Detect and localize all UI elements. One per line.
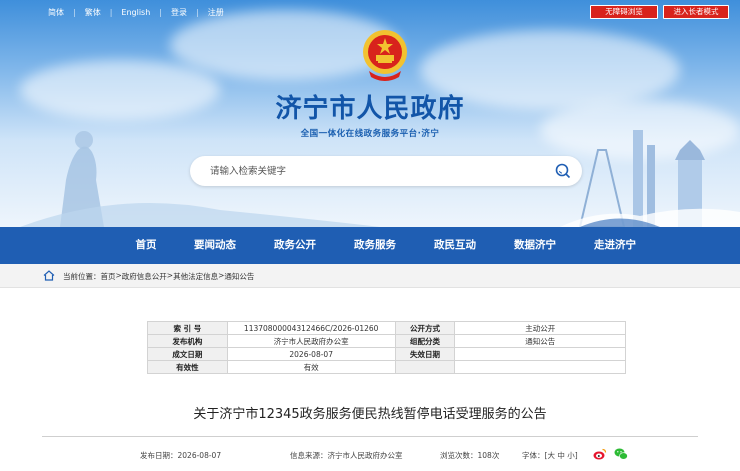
nav-item-about[interactable]: 走进济宁	[587, 227, 643, 264]
site-title: 济宁市人民政府	[275, 94, 465, 124]
elder-mode-button[interactable]: 进入长者模式	[663, 5, 729, 19]
separator: |	[109, 8, 113, 17]
publish-date-value: 2026-08-07	[177, 451, 222, 460]
top-bar: 简体 | 繁体 | English | 登录 | 注册 无障碍浏览 进入长者模式	[0, 0, 740, 26]
breadcrumb-other-info[interactable]: 其他法定信息	[173, 271, 218, 282]
document-info-table: 索 引 号 11370800004312466C/2026-01260 公开方式…	[147, 321, 626, 374]
search-bar	[190, 156, 582, 186]
date-label: 成文日期	[147, 347, 228, 361]
open-method-label: 公开方式	[394, 321, 456, 335]
search-icon[interactable]	[554, 162, 572, 180]
nav-item-data[interactable]: 数据济宁	[507, 227, 563, 264]
info-source: 信息来源：济宁市人民政府办公室	[290, 450, 403, 461]
date-value: 2026-08-07	[226, 347, 396, 361]
login-link[interactable]: 登录	[171, 7, 187, 18]
open-method-value: 主动公开	[454, 321, 626, 335]
font-large-button[interactable]: 大	[547, 451, 555, 460]
register-link[interactable]: 注册	[208, 7, 224, 18]
english-link[interactable]: English	[121, 8, 150, 17]
breadcrumb-prefix: 当前位置：	[63, 272, 101, 281]
publish-date-label: 发布日期：	[140, 451, 178, 460]
simplified-chinese-link[interactable]: 简体	[48, 7, 64, 18]
national-emblem-icon	[363, 30, 407, 81]
expire-value	[454, 347, 626, 361]
index-value: 11370800004312466C/2026-01260	[226, 321, 396, 335]
publisher-value: 济宁市人民政府办公室	[226, 334, 396, 348]
expire-label: 失效日期	[394, 347, 456, 361]
font-size-control: 字体：[大 中 小]	[522, 450, 578, 461]
category-label: 组配分类	[394, 334, 456, 348]
publish-date: 发布日期：2026-08-07	[140, 450, 221, 461]
wechat-share-icon[interactable]	[614, 447, 628, 461]
view-count: 浏览次数：108次	[440, 450, 499, 461]
empty-cell	[394, 360, 456, 374]
source-value: 济宁市人民政府办公室	[327, 451, 403, 460]
breadcrumb-trail: 当前位置： 首页 > 政府信息公开 > 其他法定信息 > 通知公告	[63, 271, 254, 282]
validity-value: 有效	[226, 360, 396, 374]
breadcrumb: 当前位置： 首页 > 政府信息公开 > 其他法定信息 > 通知公告	[0, 264, 740, 288]
font-medium-button[interactable]: 中	[557, 451, 565, 460]
main-navigation: 首页 要闻动态 政务公开 政务服务 政民互动 数据济宁 走进济宁	[0, 227, 740, 264]
weibo-share-icon[interactable]	[593, 447, 607, 461]
font-small-button[interactable]: 小	[567, 451, 575, 460]
table-row: 发布机构 济宁市人民政府办公室 组配分类 通知公告	[147, 334, 626, 348]
breadcrumb-home[interactable]: 首页	[101, 271, 116, 282]
accessibility-button[interactable]: 无障碍浏览	[590, 5, 658, 19]
nav-item-gov-info[interactable]: 政务公开	[267, 227, 323, 264]
bracket: ]	[574, 451, 578, 460]
publisher-label: 发布机构	[147, 334, 228, 348]
nav-item-gov-service[interactable]: 政务服务	[347, 227, 403, 264]
separator: |	[73, 8, 76, 17]
home-icon	[43, 270, 55, 281]
traditional-chinese-link[interactable]: 繁体	[85, 7, 101, 18]
views-value: 108次	[477, 451, 500, 460]
language-login-links: 简体 | 繁体 | English | 登录 | 注册	[48, 7, 224, 18]
nav-item-home[interactable]: 首页	[125, 227, 167, 264]
separator: |	[196, 8, 199, 17]
source-label: 信息来源：	[290, 451, 328, 460]
table-row: 成文日期 2026-08-07 失效日期	[147, 347, 626, 361]
font-size-label: 字体：	[522, 451, 545, 460]
article-title: 关于济宁市12345政务服务便民热线暂停电话受理服务的公告	[193, 407, 547, 422]
views-label: 浏览次数：	[440, 451, 478, 460]
table-row: 索 引 号 11370800004312466C/2026-01260 公开方式…	[147, 321, 626, 335]
empty-cell	[454, 360, 626, 374]
separator: |	[159, 8, 162, 17]
validity-label: 有效性	[147, 360, 228, 374]
search-input[interactable]	[210, 156, 540, 186]
page: 简体 | 繁体 | English | 登录 | 注册 无障碍浏览 进入长者模式…	[0, 0, 740, 471]
divider	[42, 436, 698, 437]
breadcrumb-gov-info[interactable]: 政府信息公开	[122, 271, 167, 282]
nav-item-interaction[interactable]: 政民互动	[427, 227, 483, 264]
header-banner: 简体 | 繁体 | English | 登录 | 注册 无障碍浏览 进入长者模式…	[0, 0, 740, 227]
nav-item-news[interactable]: 要闻动态	[187, 227, 243, 264]
table-row: 有效性 有效	[147, 360, 626, 374]
breadcrumb-notice[interactable]: 通知公告	[224, 271, 254, 282]
index-label: 索 引 号	[147, 321, 228, 335]
site-subtitle: 全国一体化在线政务服务平台·济宁	[300, 129, 440, 139]
category-value: 通知公告	[454, 334, 626, 348]
